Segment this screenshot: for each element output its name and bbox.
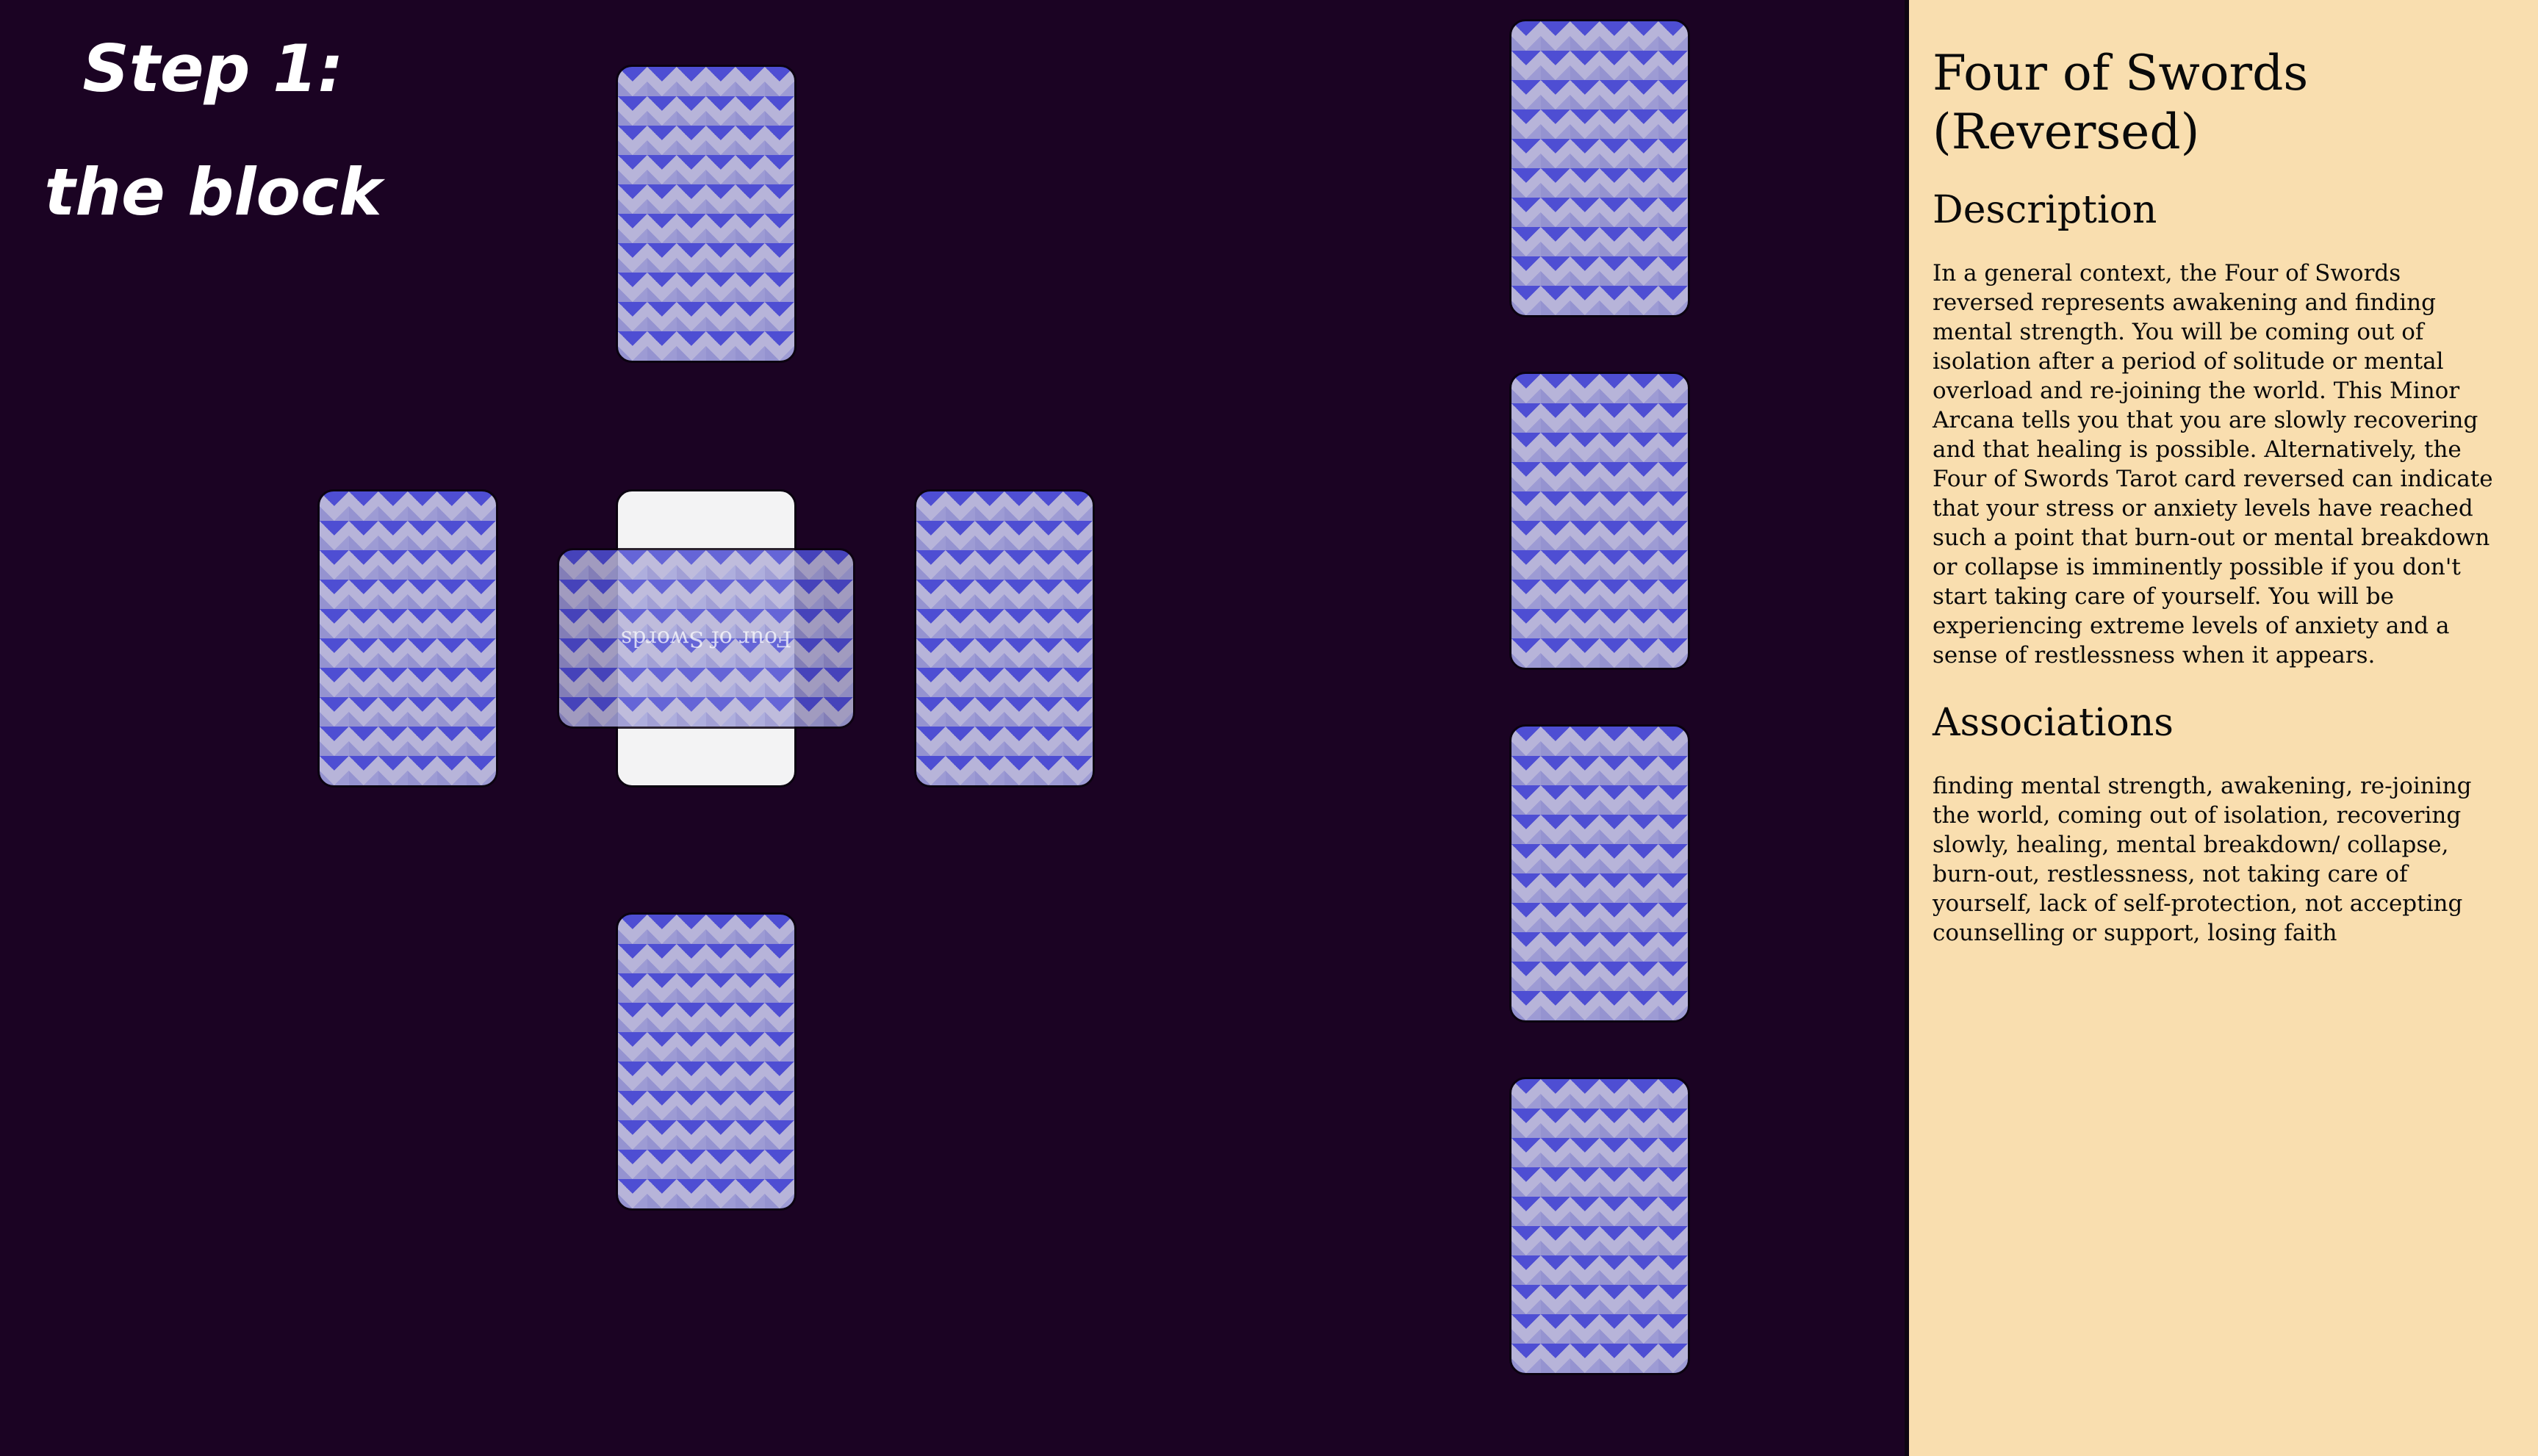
card-staff-3[interactable] bbox=[1509, 724, 1690, 1023]
step-title: Step 1: the block bbox=[44, 31, 382, 230]
spread-area: Step 1: the block Four of Swords bbox=[0, 0, 1905, 1456]
description-heading: Description bbox=[1933, 188, 2157, 232]
card-top[interactable] bbox=[616, 65, 797, 363]
description-text: In a general context, the Four of Swords… bbox=[1933, 260, 2493, 668]
card-staff-1[interactable] bbox=[1509, 19, 1690, 317]
associations-heading: Associations bbox=[1933, 701, 2174, 745]
card-staff-4[interactable] bbox=[1509, 1077, 1690, 1375]
card-right[interactable] bbox=[914, 489, 1095, 788]
card-bottom[interactable] bbox=[616, 912, 797, 1211]
card-info-panel: Four of Swords (Reversed) Description In… bbox=[1905, 0, 2538, 1456]
card-left[interactable] bbox=[317, 489, 498, 788]
card-staff-2[interactable] bbox=[1509, 372, 1690, 670]
card-title: Four of Swords (Reversed) bbox=[1933, 45, 2309, 160]
card-crossing[interactable]: Four of Swords bbox=[557, 548, 855, 729]
associations-text: finding mental strength, awakening, re-j… bbox=[1933, 773, 2472, 946]
crossing-card-label: Four of Swords bbox=[620, 625, 792, 652]
